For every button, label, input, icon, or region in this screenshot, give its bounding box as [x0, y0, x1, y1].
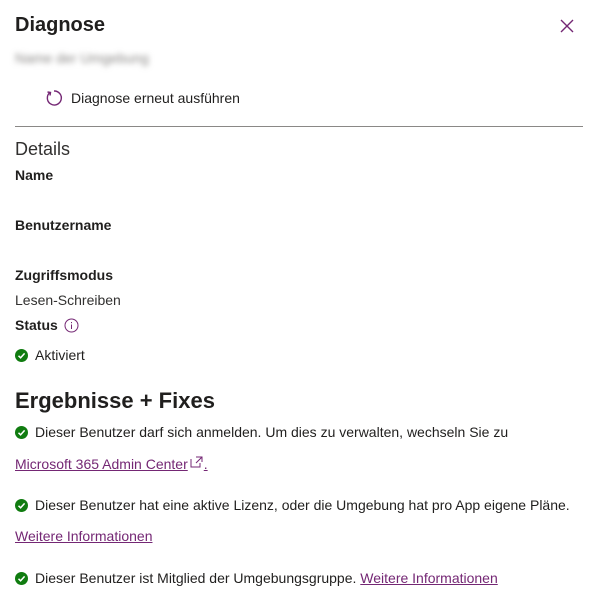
- result-item: Dieser Benutzer ist Mitglied der Umgebun…: [15, 570, 498, 586]
- checkmark-circle-icon: [15, 571, 28, 585]
- name-label: Name: [15, 167, 54, 183]
- admin-center-link[interactable]: Microsoft 365 Admin Center: [15, 456, 204, 472]
- result-text: Dieser Benutzer ist Mitglied der Umgebun…: [35, 570, 357, 586]
- rerun-diagnosis-button[interactable]: Diagnose erneut ausführen: [45, 89, 240, 107]
- result-link-row: Microsoft 365 Admin Center.: [15, 456, 208, 472]
- result-link-row: Weitere Informationen: [15, 528, 152, 544]
- username-label: Benutzername: [15, 217, 112, 233]
- external-link-icon: [190, 456, 203, 468]
- details-heading: Details: [15, 139, 71, 159]
- divider: [15, 126, 583, 127]
- status-value-row: Aktiviert: [15, 347, 85, 363]
- close-icon[interactable]: [558, 17, 576, 35]
- result-item: Dieser Benutzer darf sich anmelden. Um d…: [15, 424, 508, 440]
- link-suffix: .: [203, 456, 208, 472]
- info-icon[interactable]: [64, 318, 79, 333]
- more-info-link[interactable]: Weitere Informationen: [360, 570, 497, 586]
- more-info-link[interactable]: Weitere Informationen: [15, 528, 152, 544]
- checkmark-circle-icon: [15, 498, 28, 512]
- status-row: Status: [15, 317, 79, 333]
- panel-title: Diagnose: [15, 14, 106, 36]
- refresh-icon: [46, 90, 63, 106]
- access-mode-value: Lesen-Schreiben: [15, 292, 121, 308]
- access-mode-label: Zugriffsmodus: [15, 267, 113, 283]
- result-text: Dieser Benutzer darf sich anmelden. Um d…: [35, 424, 509, 440]
- status-value: Aktiviert: [35, 347, 85, 363]
- status-label: Status: [15, 317, 58, 333]
- checkmark-circle-icon: [15, 425, 28, 439]
- admin-center-link-label: Microsoft 365 Admin Center: [15, 456, 188, 472]
- environment-name: Name der Umgebung: [15, 50, 149, 66]
- results-heading: Ergebnisse + Fixes: [15, 388, 215, 413]
- result-item: Dieser Benutzer hat eine aktive Lizenz, …: [15, 497, 570, 513]
- checkmark-circle-icon: [15, 348, 28, 362]
- result-text: Dieser Benutzer hat eine aktive Lizenz, …: [35, 497, 570, 513]
- rerun-diagnosis-label: Diagnose erneut ausführen: [71, 90, 240, 106]
